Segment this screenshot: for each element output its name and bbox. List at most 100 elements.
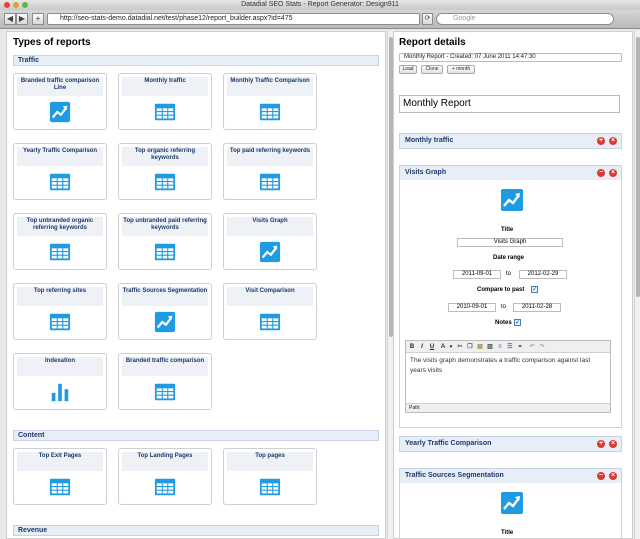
report-type-card-title: Top referring sites [17,287,103,306]
table-icon [154,241,176,263]
collapse-widget-icon[interactable]: − [597,472,605,480]
line-chart-icon [501,189,523,211]
report-type-card-title: Top Landing Pages [122,452,208,471]
search-input[interactable]: Google [436,13,614,25]
to-label: to [506,271,512,277]
notes-editor: B I U A ▾ ✂ ❐ ▤ ▥ ≡ ☰ ⚭ ↶ ↷ The visits g… [405,340,611,413]
table-icon [154,101,176,123]
expand-widget-icon[interactable]: + [597,440,605,448]
right-scrollbar[interactable] [634,31,640,539]
list-icon[interactable]: ≡ [496,343,504,351]
reload-button[interactable]: ⟳ [422,13,433,25]
widget-yearly-traffic: Yearly Traffic Comparison + × [399,436,622,452]
report-type-card[interactable]: Top Landing Pages [118,448,212,505]
window-titlebar: Datadial SEO Stats - Report Generator: D… [0,0,640,10]
back-button[interactable]: ◀ [4,13,16,25]
section-content: Content [13,430,379,441]
window-title: Datadial SEO Stats - Report Generator: D… [241,1,399,8]
paste-icon[interactable]: ▤ [476,343,484,351]
redo-icon[interactable]: ↷ [538,343,546,351]
report-type-card-title: Visits Graph [227,217,313,236]
report-type-card[interactable]: Top unbranded paid referring keywords [118,213,212,270]
paste-text-icon[interactable]: ▥ [486,343,494,351]
report-type-card[interactable]: Visits Graph [223,213,317,270]
report-type-card-title: Top pages [227,452,313,471]
table-icon [259,101,281,123]
link-icon[interactable]: ⚭ [516,343,524,351]
line-chart-icon [259,241,281,263]
table-icon [259,476,281,498]
font-color-icon[interactable]: A [439,343,447,351]
table-icon [49,241,71,263]
forward-button[interactable]: ▶ [16,13,28,25]
date-range-label: Date range [493,255,525,261]
report-type-card[interactable]: Branded traffic comparison Line [13,73,107,130]
line-chart-icon [501,492,523,514]
past-from-input[interactable]: 2010-09-01 [448,303,496,312]
report-type-card[interactable]: Traffic Sources Segmentation [118,283,212,340]
past-to-input[interactable]: 2011-02-28 [513,303,561,312]
bar-chart-icon [49,381,71,403]
editor-path: Path: [406,403,610,412]
right-scroll-thumb[interactable] [636,37,640,297]
widget-monthly-traffic-title: Monthly traffic [405,137,454,144]
close-window-icon[interactable] [4,2,10,8]
line-chart-icon [49,101,71,123]
add-month-button[interactable]: + month [447,65,475,74]
bold-icon[interactable]: B [408,343,416,351]
report-type-card-title: Branded traffic comparison Line [17,77,103,96]
report-type-card[interactable]: Top unbranded organic referring keywords [13,213,107,270]
notes-text[interactable]: The visits graph demonstrates a traffic … [406,353,610,379]
cut-icon[interactable]: ✂ [456,343,464,351]
table-icon [49,311,71,333]
dropdown-arrow-icon[interactable]: ▾ [447,343,455,351]
remove-widget-icon[interactable]: × [609,472,617,480]
report-type-card[interactable]: Top Exit Pages [13,448,107,505]
underline-icon[interactable]: U [428,343,436,351]
load-button[interactable]: Load [399,65,417,74]
to-label: to [501,304,507,310]
collapse-widget-icon[interactable]: − [597,169,605,177]
expand-widget-icon[interactable]: + [597,137,605,145]
widget-monthly-traffic: Monthly traffic + × [399,133,622,149]
clone-button[interactable]: Clone [421,65,443,74]
report-type-card[interactable]: Top referring sites [13,283,107,340]
notes-checkbox[interactable]: ✓ [514,319,521,326]
report-type-card[interactable]: Branded traffic comparison [118,353,212,410]
compare-checkbox[interactable]: ✓ [531,286,538,293]
add-tab-button[interactable]: + [32,13,44,25]
date-to-input[interactable]: 2012-02-29 [519,270,567,279]
remove-widget-icon[interactable]: × [609,440,617,448]
report-type-card[interactable]: Top paid referring keywords [223,143,317,200]
italic-icon[interactable]: I [418,343,426,351]
remove-widget-icon[interactable]: × [609,137,617,145]
url-input[interactable]: http://seo-stats-demo.datadial.net/test/… [47,13,420,25]
report-type-card[interactable]: Top pages [223,448,317,505]
report-select-value: Monthly Report - Created: 07 June 2011 1… [404,54,536,60]
report-type-card-title: Indexation [17,357,103,376]
table-icon [154,476,176,498]
widget-traffic-sources: Traffic Sources Segmentation − × Title [399,468,622,538]
report-type-card[interactable]: Monthly Traffic Comparison [223,73,317,130]
report-types-heading: Types of reports [13,37,91,48]
report-type-card[interactable]: Indexation [13,353,107,410]
report-name-input[interactable]: Monthly Report [399,95,620,113]
report-type-card[interactable]: Top organic referring keywords [118,143,212,200]
zoom-window-icon[interactable] [22,2,28,8]
numbered-list-icon[interactable]: ☰ [506,343,514,351]
report-select[interactable]: Monthly Report - Created: 07 June 2011 1… [399,53,622,62]
copy-icon[interactable]: ❐ [466,343,474,351]
report-type-card[interactable]: Yearly Traffic Comparison [13,143,107,200]
title-input[interactable]: Visits Graph [457,238,563,247]
report-type-card[interactable]: Monthly traffic [118,73,212,130]
report-type-card[interactable]: Visit Comparison [223,283,317,340]
date-from-input[interactable]: 2011-09-01 [453,270,501,279]
undo-icon[interactable]: ↶ [528,343,536,351]
remove-widget-icon[interactable]: × [609,169,617,177]
minimize-window-icon[interactable] [13,2,19,8]
compare-label: Compare to past [477,287,525,293]
report-type-card-title: Top unbranded organic referring keywords [17,217,103,236]
report-type-card-title: Traffic Sources Segmentation [122,287,208,306]
search-placeholder: Google [453,15,476,22]
widget-visits-graph: Visits Graph − × Title Visits Graph Date… [399,165,622,428]
